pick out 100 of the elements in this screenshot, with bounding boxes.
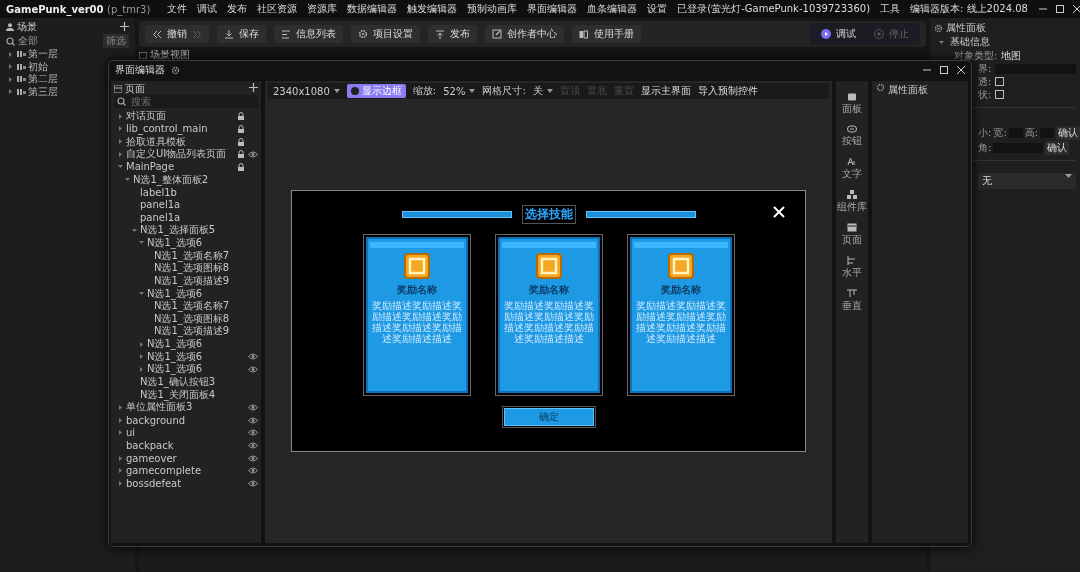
tree-item[interactable]: N选1_选项6 — [114, 287, 258, 300]
menu-item[interactable]: 设置 — [646, 2, 669, 16]
field-label: 状: — [978, 87, 992, 102]
tree-item[interactable]: 自定义UI物品列表页面 — [114, 147, 258, 161]
menu-item[interactable]: 已登录(萤光灯-GamePunk-1039723360) — [676, 2, 872, 16]
menu-item[interactable]: 发布 — [226, 2, 249, 16]
field-label: 角: — [978, 140, 992, 155]
undo-button[interactable]: 撤销 — [145, 25, 209, 43]
tree-item[interactable]: N选1_选项图标8 — [114, 261, 258, 275]
grid-label: 网格尺寸: — [482, 84, 526, 98]
book-button[interactable]: 使用手册 — [572, 25, 641, 43]
search-field[interactable]: 搜索 — [114, 95, 258, 108]
save-button[interactable]: 保存 — [217, 25, 266, 43]
menu-item[interactable]: 血条编辑器 — [586, 2, 639, 16]
tree-item[interactable]: N选1_选项6 — [114, 350, 258, 364]
tree-item[interactable]: backpack — [114, 439, 258, 452]
reward-description: 奖励描述奖励描述奖励描述奖励描述奖励描述奖励描述奖励描述奖励描述描述 — [370, 300, 463, 344]
tree-item[interactable]: label1b — [114, 185, 258, 199]
edit-button[interactable]: 创作者中心 — [485, 25, 564, 43]
field-label: 宽: — [993, 125, 1007, 140]
reward-name: 奖励名称 — [660, 283, 701, 297]
tree-item[interactable]: ui — [114, 426, 258, 440]
window-title: 界面编辑器 — [115, 63, 165, 77]
list-button[interactable]: 信息列表 — [274, 25, 343, 43]
confirm-button[interactable]: 确定 — [503, 408, 594, 426]
dropdown[interactable]: 无 — [978, 173, 1076, 189]
run-button[interactable]: 调试 — [814, 25, 863, 43]
menu-item[interactable]: 预制动画库 — [466, 2, 519, 16]
reward-card[interactable]: 奖励名称 奖励描述奖励描述奖励描述奖励描述奖励描述奖励描述奖励描述奖励描述描述 — [497, 237, 600, 393]
tree-item[interactable]: N选1_选项名称7 — [114, 299, 258, 313]
tree-item[interactable]: lib_control_main — [114, 122, 258, 136]
toolbar-button[interactable]: 导入预制控件 — [697, 84, 758, 98]
toolbar-button[interactable]: 显示主界面 — [640, 84, 691, 98]
reward-card[interactable]: 奖励名称 奖励描述奖励描述奖励描述奖励描述奖励描述奖励描述奖励描述奖励描述描述 — [365, 237, 468, 393]
field-value: 地图 — [1001, 48, 1022, 63]
panel-title: 场景 — [17, 20, 37, 34]
field-label: 高: — [1024, 125, 1039, 140]
tree-item[interactable]: gameover — [114, 451, 258, 465]
section-title: 基础信息 — [950, 35, 990, 49]
field-label: 界: — [978, 61, 992, 76]
tree-item[interactable]: N选1_选项6 — [114, 337, 258, 351]
vertical-tool[interactable]: 垂直 — [842, 289, 862, 313]
tree-item[interactable]: 单位属性面板3 — [114, 401, 258, 414]
layer-item[interactable]: 第一层 — [28, 47, 58, 62]
layer-item[interactable]: 初始 — [28, 59, 48, 74]
tree-item[interactable]: N选1_选择面板5 — [114, 223, 258, 237]
button-tool[interactable]: 按钮 — [842, 125, 862, 148]
tree-item[interactable]: gamecomplete — [114, 464, 258, 478]
tree-item[interactable]: N选1_选项6 — [114, 236, 258, 250]
reward-description: 奖励描述奖励描述奖励描述奖励描述奖励描述奖励描述奖励描述奖励描述描述 — [502, 300, 595, 344]
menu-item[interactable]: 数据编辑器 — [346, 2, 399, 16]
horizontal-tool[interactable]: 水平 — [842, 256, 862, 280]
panel-title: 页面 — [125, 81, 145, 96]
search-input[interactable]: 搜索 — [131, 96, 231, 107]
tree-item[interactable]: 对话页面 — [114, 110, 258, 123]
tree-item[interactable]: panel1a — [114, 198, 258, 212]
menu-item[interactable]: 调试 — [196, 2, 219, 16]
confirm-button[interactable]: 确认 — [1056, 125, 1080, 140]
settings-button[interactable]: 项目设置 — [351, 25, 420, 43]
tree-item[interactable]: N选1_选项图标8 — [114, 312, 258, 326]
layer-item[interactable]: 第三层 — [28, 84, 58, 99]
menu-item[interactable]: 触发编辑器 — [406, 2, 459, 16]
field-label: 小: — [978, 125, 992, 140]
tree-item[interactable]: N选1_确认按钮3 — [114, 375, 258, 389]
reward-name: 奖励名称 — [528, 283, 569, 297]
tree-item[interactable]: N选1_选项名称7 — [114, 249, 258, 262]
publish-button[interactable]: 发布 — [428, 25, 477, 43]
menu-item[interactable]: 文件 — [166, 2, 189, 16]
search-field[interactable]: 全部 — [18, 34, 38, 48]
page-tool[interactable]: 页面 — [842, 223, 862, 247]
tree-item[interactable]: N选1_选项6 — [114, 363, 258, 376]
tree-item[interactable]: panel1a — [114, 211, 258, 224]
reward-description: 奖励描述奖励描述奖励描述奖励描述奖励描述奖励描述奖励描述奖励描述描述 — [634, 300, 727, 344]
panel-tool[interactable]: 面板 — [842, 93, 862, 116]
tree-item[interactable]: N选1_关闭面板4 — [114, 388, 258, 402]
filter-button[interactable]: 筛选 — [103, 34, 129, 48]
panel-title: 场景视图 — [150, 48, 190, 62]
tree-item[interactable]: bossdefeat — [114, 477, 258, 490]
reward-name: 奖励名称 — [396, 283, 437, 297]
menu-item[interactable]: 工具 — [879, 2, 902, 16]
tree-item[interactable]: N选1_整体面板2 — [114, 173, 258, 186]
resolution-dropdown[interactable]: 2340x1080 — [273, 85, 340, 97]
reward-card[interactable]: 奖励名称 奖励描述奖励描述奖励描述奖励描述奖励描述奖励描述奖励描述奖励描述描述 — [629, 237, 732, 393]
layer-item[interactable]: 第二层 — [28, 72, 58, 87]
app-title: GamePunk_ver00 (p_tmr3) — [6, 3, 151, 15]
tree-item[interactable]: N选1_选项描述9 — [114, 325, 258, 338]
menu-item[interactable]: 编辑器版本: 线上2024.08 — [909, 2, 1029, 16]
zoom-dropdown[interactable]: 52% — [443, 85, 476, 97]
menu-item[interactable]: 界面编辑器 — [526, 2, 579, 16]
tree-item[interactable]: MainPage — [114, 160, 258, 174]
tree-item[interactable]: background — [114, 413, 258, 427]
menu-item[interactable]: 社区资源 — [256, 2, 299, 16]
confirm-button[interactable]: 确认 — [1045, 140, 1070, 155]
menu-item[interactable]: 资源库 — [306, 2, 339, 16]
tree-item[interactable]: 拾取道具模板 — [114, 135, 258, 148]
grid-dropdown[interactable]: 关 — [532, 84, 553, 98]
library-tool[interactable]: 组件库 — [837, 190, 867, 214]
field-label: 透: — [978, 74, 992, 89]
tree-item[interactable]: N选1_选项描述9 — [114, 274, 258, 288]
text-tool[interactable]: 文字 — [842, 157, 862, 181]
